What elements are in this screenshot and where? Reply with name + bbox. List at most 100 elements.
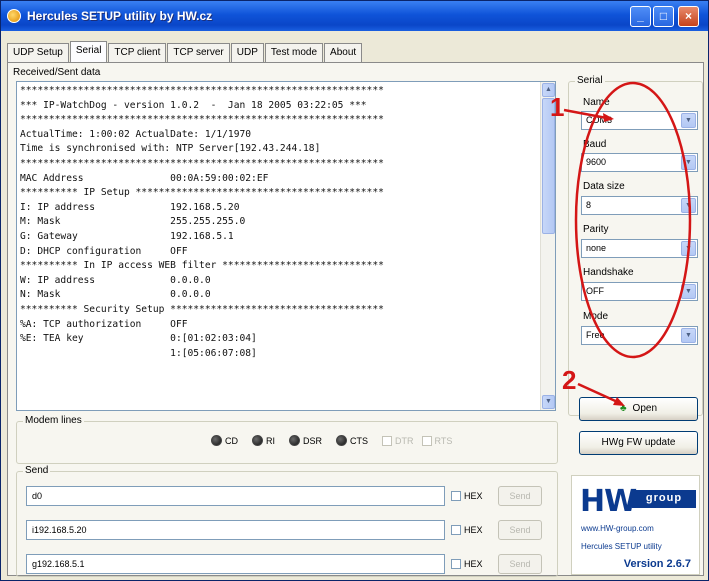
checkbox-icon[interactable] — [382, 435, 393, 446]
tab-udp[interactable]: UDP — [230, 43, 264, 63]
handshake-label: Handshake — [583, 267, 634, 278]
checkbox-icon[interactable] — [451, 525, 461, 535]
mode-select[interactable]: Free ▼ — [581, 326, 698, 345]
data-size-select[interactable]: 8 ▼ — [581, 196, 698, 215]
terminal-line: ****************************************… — [20, 114, 384, 126]
terminal-line: ActualTime: 1:00:02 ActualDate: 1/1/1970 — [20, 128, 252, 140]
tab-tcp-server[interactable]: TCP server — [167, 43, 230, 63]
logo-product-name: Hercules SETUP utility — [581, 542, 662, 551]
chevron-down-icon[interactable]: ▼ — [681, 284, 696, 299]
chevron-down-icon[interactable]: ▼ — [681, 198, 696, 213]
port-name-value: COM3 — [586, 115, 613, 125]
cts-label: CTS — [350, 435, 369, 446]
logo-version: Version 2.6.7 — [623, 558, 691, 570]
cts-indicator: CTS — [336, 435, 368, 446]
close-button[interactable]: × — [678, 6, 699, 27]
send-input-3[interactable]: g192.168.5.1 — [26, 554, 445, 574]
rts-label: RTS — [434, 435, 453, 446]
tab-serial[interactable]: Serial — [69, 41, 108, 63]
led-icon — [289, 435, 300, 446]
hex-checkbox-2[interactable]: HEX — [451, 525, 483, 535]
tab-tcp-client[interactable]: TCP client — [108, 43, 167, 63]
tab-test-mode[interactable]: Test mode — [264, 43, 324, 63]
send-button-2[interactable]: Send — [498, 520, 542, 540]
terminal-line: I: IP address 192.168.5.20 — [20, 201, 240, 213]
open-port-button[interactable]: ♣ Open — [579, 397, 698, 421]
terminal-line: M: Mask 255.255.255.0 — [20, 216, 246, 228]
port-name-select[interactable]: COM3 ▼ — [581, 111, 698, 130]
modem-group-title: Modem lines — [23, 415, 84, 426]
ri-indicator: RI — [252, 435, 275, 446]
open-button-label: Open — [632, 403, 658, 414]
checkbox-icon[interactable] — [451, 559, 461, 569]
terminal-line: *** IP-WatchDog - version 1.0.2 - Jan 18… — [20, 99, 367, 111]
led-icon — [336, 435, 348, 446]
baud-value: 9600 — [586, 157, 607, 167]
cd-indicator: CD — [211, 435, 238, 446]
led-icon — [252, 435, 263, 446]
handshake-value: OFF — [586, 286, 604, 296]
parity-label: Parity — [583, 224, 609, 235]
callout-1-number: 1 — [550, 92, 565, 122]
ri-label: RI — [266, 435, 275, 446]
send-input-2[interactable]: i192.168.5.20 — [26, 520, 445, 540]
chevron-down-icon[interactable]: ▼ — [681, 241, 696, 256]
minimize-button[interactable]: _ — [630, 6, 651, 27]
chevron-down-icon[interactable]: ▼ — [681, 155, 696, 170]
terminal-line: D: DHCP configuration OFF — [20, 245, 188, 257]
hex-label: HEX — [464, 525, 483, 535]
tab-about[interactable]: About — [324, 43, 363, 63]
parity-select[interactable]: none ▼ — [581, 239, 698, 258]
send-button-1[interactable]: Send — [498, 486, 542, 506]
dtr-checkbox[interactable]: DTR — [382, 435, 414, 446]
terminal-line: ********** IP Setup ********************… — [20, 187, 384, 199]
chevron-down-icon[interactable]: ▼ — [681, 113, 696, 128]
hw-group-logo[interactable]: HW group www.HW-group.com Hercules SETUP… — [571, 475, 700, 575]
plug-icon: ♣ — [619, 403, 627, 414]
checkbox-icon[interactable] — [451, 491, 461, 501]
terminal-scrollbar[interactable]: ▲ ▼ — [540, 82, 555, 410]
rts-checkbox[interactable]: RTS — [421, 435, 453, 446]
handshake-select[interactable]: OFF ▼ — [581, 282, 698, 301]
terminal-line: G: Gateway 192.168.5.1 — [20, 230, 234, 242]
tab-udp-setup[interactable]: UDP Setup — [7, 43, 69, 63]
hwg-fw-update-button[interactable]: HWg FW update — [579, 431, 698, 455]
mode-value: Free — [586, 330, 605, 340]
tab-strip: UDP Setup Serial TCP client TCP server U… — [7, 41, 363, 63]
data-size-value: 8 — [586, 200, 592, 210]
name-label: Name — [583, 97, 610, 108]
received-data-terminal[interactable]: ****************************************… — [16, 81, 556, 411]
chevron-down-icon[interactable]: ▼ — [681, 328, 696, 343]
logo-url[interactable]: www.HW-group.com — [581, 524, 654, 533]
window-title: Hercules SETUP utility by HW.cz — [27, 9, 213, 23]
send-button-3[interactable]: Send — [498, 554, 542, 574]
terminal-line: W: IP address 0.0.0.0 — [20, 274, 211, 286]
dsr-indicator: DSR — [289, 435, 322, 446]
callout-2-number: 2 — [562, 365, 577, 395]
terminal-line: N: Mask 0.0.0.0 — [20, 289, 211, 301]
terminal-text: ****************************************… — [20, 84, 540, 361]
hex-label: HEX — [464, 491, 483, 501]
terminal-line: 1:[05:06:07:08] — [20, 347, 257, 359]
send-input-1[interactable]: d0 — [26, 486, 445, 506]
terminal-line: ********** Security Setup **************… — [20, 303, 384, 315]
checkbox-icon[interactable] — [421, 435, 432, 446]
terminal-line: ********** In IP access WEB filter *****… — [20, 260, 384, 272]
baud-select[interactable]: 9600 ▼ — [581, 153, 698, 172]
cd-label: CD — [225, 435, 238, 446]
terminal-line: MAC Address 00:0A:59:00:02:EF — [20, 172, 269, 184]
terminal-line: Time is synchronised with: NTP Server[19… — [20, 143, 321, 155]
hex-label: HEX — [464, 559, 483, 569]
send-group-title: Send — [23, 465, 51, 476]
led-icon — [211, 435, 222, 446]
dsr-label: DSR — [303, 435, 323, 446]
maximize-button[interactable]: □ — [653, 6, 674, 27]
received-data-label: Received/Sent data — [13, 67, 101, 78]
title-bar[interactable]: Hercules SETUP utility by HW.cz _ □ × — [1, 1, 708, 31]
logo-group-text: group — [632, 490, 696, 508]
data-size-label: Data size — [583, 181, 625, 192]
hex-checkbox-3[interactable]: HEX — [451, 559, 483, 569]
scroll-down-icon[interactable]: ▼ — [542, 395, 555, 409]
terminal-line: ****************************************… — [20, 85, 384, 96]
hex-checkbox-1[interactable]: HEX — [451, 491, 483, 501]
